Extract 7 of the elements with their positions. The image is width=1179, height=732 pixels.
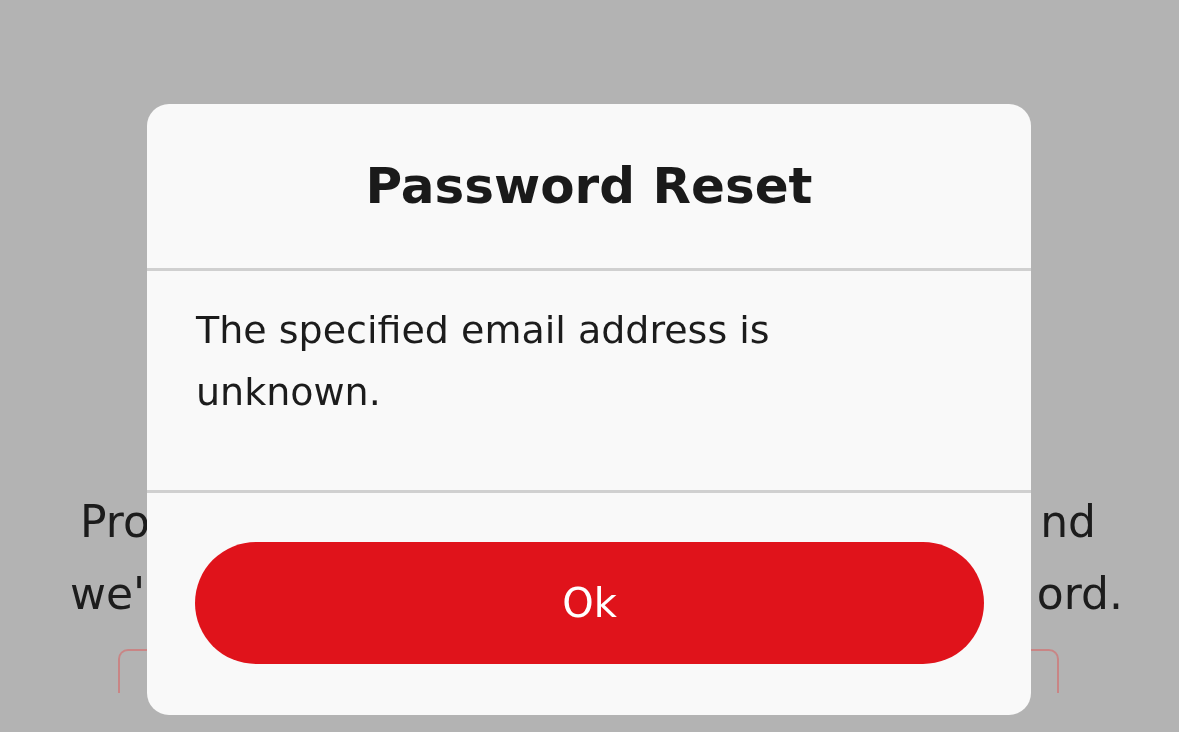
dialog-message: The specified email address is unknown. — [196, 307, 771, 416]
dialog-title: Password Reset — [365, 157, 813, 215]
ok-button[interactable]: Ok — [195, 542, 984, 664]
instruction-text: ord. — [1036, 567, 1123, 619]
instruction-text: nd — [1040, 495, 1096, 547]
instruction-text: we' — [70, 567, 146, 619]
instruction-text: Pro — [80, 495, 150, 547]
